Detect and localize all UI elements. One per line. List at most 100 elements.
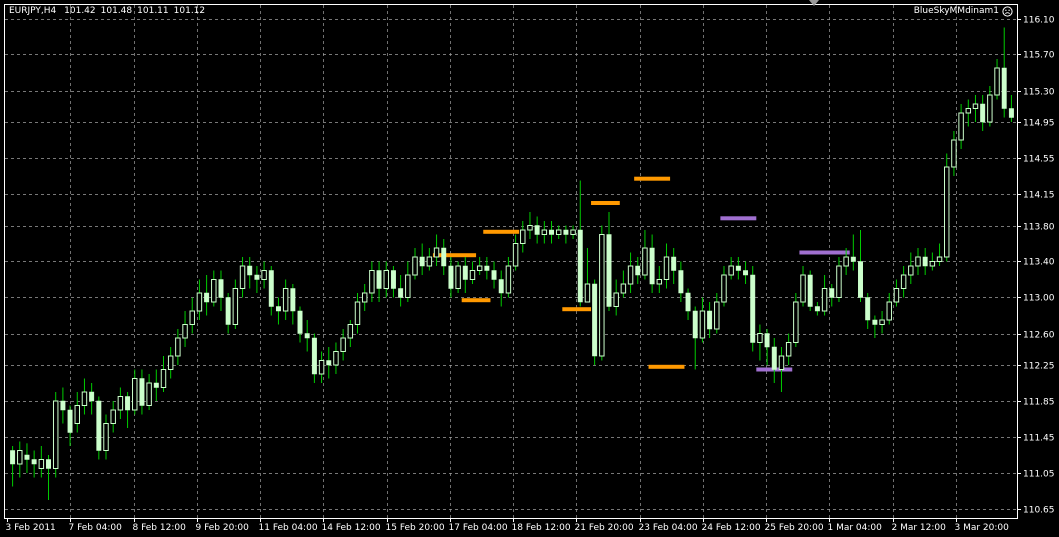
candle-bull [555, 229, 562, 235]
low-price: 101.11 [137, 6, 169, 16]
symbol-header: EURJPY,H4 101.42 101.48 101.11 101.12 [9, 6, 210, 16]
y-tick-label: 113.00 [1023, 294, 1055, 304]
y-tick-label: 114.55 [1023, 155, 1055, 165]
level-orange [483, 229, 520, 234]
candle-bull [182, 324, 188, 339]
candle-bear [872, 319, 878, 325]
candle-bear [1008, 108, 1014, 118]
candle-bear [807, 274, 813, 307]
candle-bear [89, 391, 95, 402]
candle-bear [649, 247, 655, 285]
candle-bull [369, 270, 375, 294]
level-purple [720, 216, 757, 221]
candle-bull [175, 337, 181, 357]
candle-bear [125, 396, 131, 411]
chart-shift-marker-icon[interactable] [809, 0, 819, 6]
y-tick-label: 115.70 [1023, 51, 1055, 61]
x-tick-label: 15 Feb 20:00 [386, 523, 445, 533]
candle-bear [534, 225, 540, 235]
y-tick-label: 114.15 [1023, 191, 1055, 201]
candle-bull [951, 139, 957, 168]
candle-bull [261, 270, 267, 280]
candle-bull [132, 378, 138, 411]
candle-bull [17, 450, 23, 465]
candle-bear [311, 337, 317, 375]
candle-bear [764, 333, 770, 348]
x-tick-label: 1 Mar 04:00 [828, 523, 883, 533]
candle-bear [247, 265, 253, 276]
candle-bull [426, 256, 433, 267]
candle-bull [778, 355, 785, 370]
candle-bull [354, 301, 361, 325]
candle-bear [635, 265, 641, 276]
candle-bull [52, 400, 59, 469]
candle-bear [10, 450, 16, 465]
candle-bull [900, 274, 907, 289]
candle-bull [196, 292, 203, 312]
price-chart[interactable]: 116.10 115.70 115.30 114.95 114.55 114.15 113.… [0, 0, 1059, 537]
candle-bull [821, 288, 828, 312]
high-price: 101.48 [100, 6, 133, 16]
candle-bear [549, 229, 554, 235]
candle-bear [218, 279, 224, 298]
candle-bear [692, 310, 698, 339]
candle-bull [333, 351, 339, 366]
candle-bear [922, 256, 928, 267]
candle-bull [721, 274, 727, 303]
candle-bull [642, 247, 648, 276]
candle-bull [282, 288, 289, 312]
candle-bear [814, 306, 820, 312]
candle-bear [980, 103, 986, 123]
candle-bear [498, 279, 504, 294]
candle-bull [412, 256, 418, 276]
candle-bull [994, 67, 1000, 96]
chart-background [0, 0, 1059, 537]
y-tick-label: 113.40 [1023, 258, 1055, 268]
candle-bear [225, 297, 231, 325]
candle-bull [714, 301, 720, 330]
candle-bear [1001, 67, 1007, 109]
indicator-label[interactable]: BlueSkyMMdinam1 [914, 6, 999, 16]
candle-bull [584, 283, 591, 303]
candle-bull [103, 423, 109, 451]
candle-bear [577, 229, 583, 303]
candle-bull [663, 256, 670, 280]
candle-bull [972, 103, 979, 109]
x-tick-label: 23 Feb 04:00 [639, 523, 698, 533]
candle-bear [829, 288, 835, 298]
candle-bull [800, 274, 806, 303]
candle-bear [67, 409, 73, 433]
candle-bear [491, 270, 497, 280]
x-tick-label: 18 Feb 12:00 [512, 523, 571, 533]
candle-bear [46, 459, 51, 469]
candle-bear [204, 292, 210, 303]
candle-bull [936, 256, 943, 262]
candle-bull [455, 265, 461, 289]
level-orange [461, 298, 491, 303]
candle-bull [38, 459, 45, 469]
candle-bear [441, 247, 447, 267]
smiley-icon[interactable] [1002, 6, 1013, 17]
level-orange [562, 307, 592, 312]
candle-bull [146, 382, 152, 406]
candle-bear [484, 265, 490, 271]
candle-bear [376, 270, 382, 289]
candle-bull [757, 333, 763, 343]
x-tick-label: 9 Feb 20:00 [196, 523, 250, 533]
candle-bull [527, 225, 533, 231]
candle-bull [476, 265, 483, 271]
x-tick-label: 24 Feb 12:00 [702, 523, 761, 533]
candle-bull [699, 310, 706, 339]
candle-bull [239, 265, 246, 289]
x-tick-label: 14 Feb 12:00 [322, 523, 381, 533]
x-tick-label: 25 Feb 20:00 [765, 523, 824, 533]
candle-bear [304, 333, 310, 339]
candle-bull [160, 369, 167, 388]
candle-bull [74, 405, 80, 424]
candle-bull [627, 265, 634, 285]
candle-bull [520, 229, 526, 244]
candle-bear [735, 265, 741, 271]
candle-bear [685, 292, 691, 312]
candle-bull [656, 279, 663, 285]
candle-bull [512, 243, 519, 267]
